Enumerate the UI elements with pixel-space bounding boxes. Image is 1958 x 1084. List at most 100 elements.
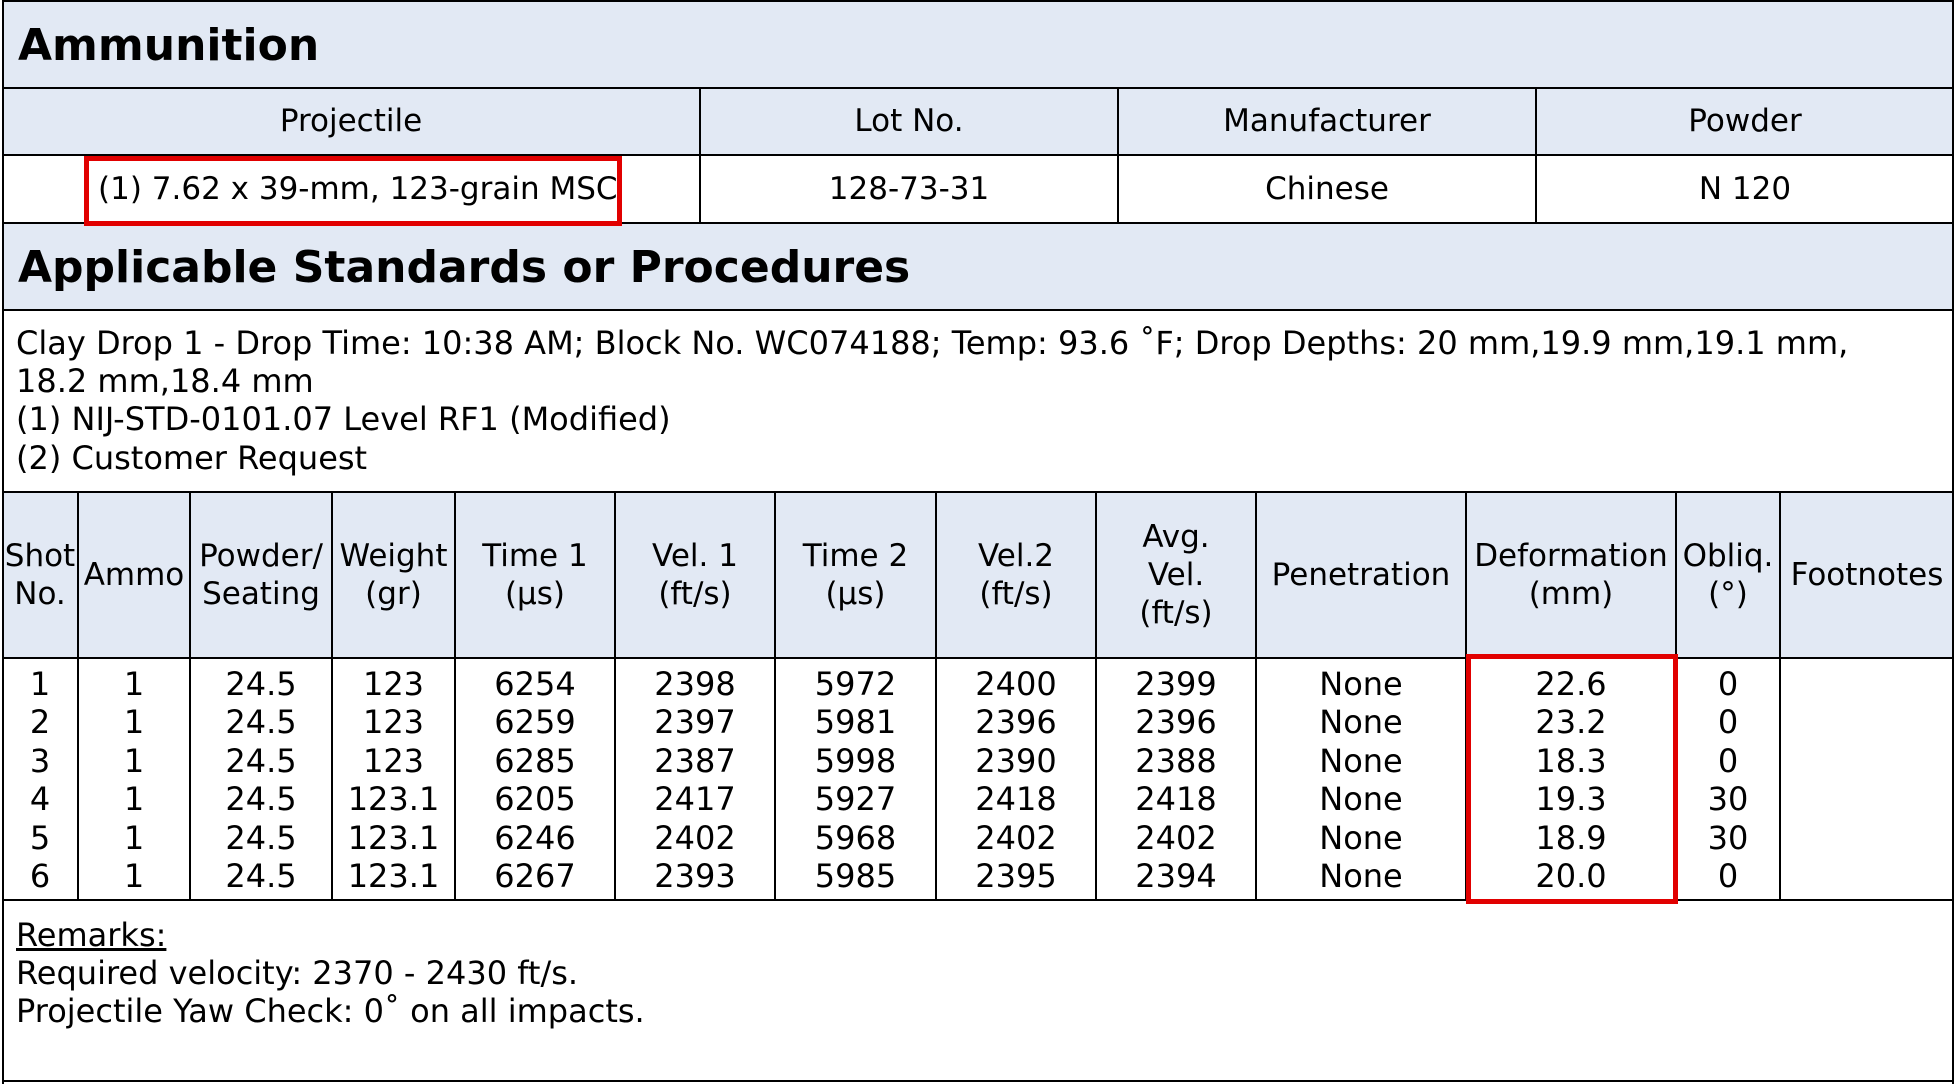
- table-cell: 5998: [814, 741, 897, 780]
- manufacturer-value: Chinese: [1265, 171, 1389, 208]
- table-cell: 2393: [654, 856, 736, 895]
- table-cell: 2417: [654, 780, 736, 819]
- table-cell: 1: [123, 665, 145, 703]
- manufacturer-header: Manufacturer: [1223, 102, 1431, 139]
- table-cell: 2418: [975, 780, 1057, 819]
- table-cell: 24.5: [225, 665, 297, 703]
- table-cell: 2396: [1135, 703, 1217, 742]
- table-cell: 5985: [814, 856, 897, 895]
- header-deformation: Deformation (mm): [1466, 493, 1676, 657]
- table-cell: [1780, 665, 1954, 703]
- table-cell: 1: [123, 780, 145, 819]
- header-line: (gr): [365, 576, 422, 612]
- table-cell: 6259: [494, 703, 576, 742]
- table-cell: 0: [1717, 665, 1739, 703]
- header-line: Time 1: [482, 538, 588, 574]
- table-cell: 2402: [654, 818, 736, 857]
- header-line: Avg.: [1142, 519, 1210, 555]
- grid-line: [1779, 491, 1781, 901]
- table-cell: 2402: [975, 818, 1057, 857]
- header-line: Penetration: [1271, 557, 1451, 593]
- table-cell: 30: [1707, 780, 1749, 819]
- header-line: (ft/s): [979, 576, 1053, 612]
- standards-title: Applicable Standards or Procedures: [18, 242, 911, 293]
- grid-line: [1952, 154, 1954, 226]
- table-cell: 0: [1717, 703, 1739, 742]
- grid-line: [1117, 87, 1119, 224]
- header-footnotes: Footnotes: [1780, 493, 1954, 657]
- deformation-highlight-box: [1466, 654, 1678, 904]
- table-cell: None: [1319, 703, 1403, 742]
- table-cell: 2397: [654, 703, 736, 742]
- table-cell: 24.5: [225, 703, 297, 742]
- table-cell: 6246: [494, 818, 576, 857]
- header-line: Footnotes: [1790, 557, 1944, 593]
- column-time-2: 5972 5981 5998 5927 5968 5985: [775, 665, 936, 895]
- test-report-page: Ammunition Projectile Lot No. Manufactur…: [0, 0, 1958, 1084]
- header-weight: Weight (gr): [332, 493, 455, 657]
- table-cell: [1780, 857, 1954, 895]
- grid-line: [1952, 491, 1954, 901]
- table-cell: [1780, 780, 1954, 818]
- header-vel-1: Vel. 1 (ft/s): [615, 493, 775, 657]
- header-line: Time 2: [802, 538, 909, 574]
- table-cell: 1: [123, 818, 145, 857]
- grid-line: [77, 491, 79, 901]
- header-time-2: Time 2 (μs): [775, 493, 936, 657]
- grid-line: [331, 491, 333, 901]
- standards-line-3: (1) NIJ-STD-0101.07 Level RF1 (Modified): [16, 400, 671, 438]
- header-line: Vel. 1: [652, 538, 738, 574]
- header-line: Vel.: [1147, 557, 1205, 593]
- header-shot-no: Shot No.: [2, 493, 78, 657]
- column-time-1: 6254 6259 6285 6205 6246 6267: [455, 665, 615, 895]
- table-cell: 1: [123, 741, 145, 780]
- table-cell: 1: [123, 856, 145, 895]
- remarks-line-2: Projectile Yaw Check: 0˚ on all impacts.: [16, 992, 645, 1030]
- header-line: No.: [14, 576, 66, 612]
- header-line: (μs): [504, 576, 566, 612]
- standards-line-1: Clay Drop 1 - Drop Time: 10:38 AM; Block…: [16, 324, 1849, 362]
- lot-no-header: Lot No.: [854, 102, 964, 139]
- header-line: Ammo: [83, 557, 185, 593]
- powder-header: Powder: [1688, 102, 1802, 139]
- grid-line: [1952, 899, 1954, 1084]
- table-cell: None: [1319, 818, 1403, 857]
- table-cell: 2396: [975, 703, 1057, 742]
- grid-line: [1255, 491, 1257, 901]
- table-cell: 5: [29, 818, 51, 857]
- table-cell: 123: [362, 703, 425, 742]
- table-cell: None: [1319, 780, 1403, 819]
- header-line: (°): [1708, 576, 1748, 612]
- column-penetration: None None None None None None: [1256, 665, 1466, 895]
- grid-line: [1952, 309, 1954, 495]
- header-powder-seating: Powder/Seating: [190, 493, 332, 657]
- projectile-highlight-box: [84, 156, 622, 226]
- table-cell: 0: [1717, 741, 1739, 780]
- table-cell: 6285: [494, 741, 576, 780]
- table-cell: 3: [29, 741, 51, 780]
- table-cell: 1: [29, 665, 51, 703]
- ammunition-title: Ammunition: [18, 20, 320, 71]
- grid-line: [614, 491, 616, 901]
- grid-line: [2, 899, 4, 1084]
- table-cell: 6: [29, 856, 51, 895]
- grid-line: [2, 154, 4, 226]
- table-cell: 123.1: [347, 856, 440, 895]
- column-weight: 123 123 123 123.1 123.1 123.1: [332, 665, 455, 895]
- table-cell: 123.1: [347, 818, 440, 857]
- standards-line-4: (2) Customer Request: [16, 439, 368, 477]
- table-cell: [1780, 742, 1954, 780]
- column-shot-no: 123456: [2, 665, 78, 895]
- table-cell: 1: [123, 703, 145, 742]
- header-line: (ft/s): [658, 576, 732, 612]
- table-cell: 2394: [1135, 856, 1217, 895]
- column-obliquity: 0 0 0 30 30 0: [1676, 665, 1780, 895]
- header-line: Seating: [202, 576, 320, 612]
- table-cell: 2390: [975, 741, 1057, 780]
- projectile-header: Projectile: [279, 102, 423, 139]
- table-cell: 2418: [1135, 780, 1217, 819]
- table-cell: 2387: [654, 741, 736, 780]
- table-cell: 5968: [814, 818, 897, 857]
- standards-section-header: Applicable Standards or Procedures: [2, 222, 1954, 311]
- table-cell: 6267: [494, 856, 576, 895]
